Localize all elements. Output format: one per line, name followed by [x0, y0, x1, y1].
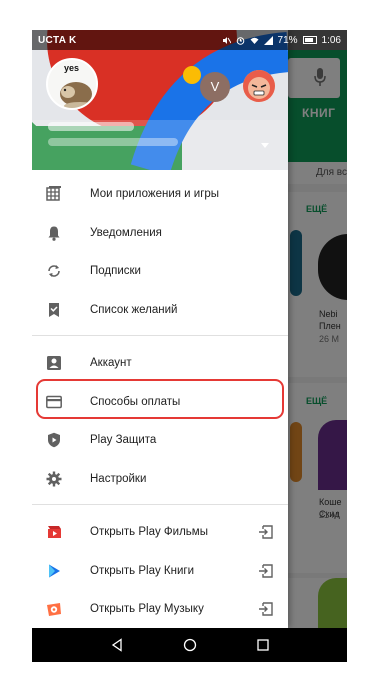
account-name-blurred [48, 122, 134, 131]
alarm-icon [236, 36, 244, 45]
menu-item-my-apps[interactable]: Мои приложения и игры [32, 175, 288, 214]
phone-screen: КНИГ Для вс ЕЩЁ NebiПлен 26 М ЕЩЁ КошеСк… [32, 30, 347, 662]
menu-divider [32, 335, 288, 336]
status-bar: UCTA K 71% 1:06 [32, 30, 347, 50]
menu-item-subscriptions[interactable]: Подписки [32, 252, 288, 291]
back-icon[interactable] [110, 638, 124, 652]
play-movies-icon [48, 526, 61, 539]
menu-item-label: Play Защита [90, 434, 157, 447]
bookmark-check-icon [49, 302, 59, 317]
menu-item-account[interactable]: Аккаунт [32, 344, 288, 383]
menu-item-label: Аккаунт [90, 357, 132, 370]
face-avatar-image [243, 70, 275, 102]
menu-item-notifications[interactable]: Уведомления [32, 214, 288, 253]
open-external-icon [259, 564, 273, 578]
carrier-label: UCTA K [38, 34, 77, 46]
menu-item-open-play-movies[interactable]: Открыть Play Фильмы [32, 513, 288, 552]
menu-item-open-play-books[interactable]: Открыть Play Книги [32, 552, 288, 591]
clock: 1:06 [321, 34, 341, 46]
menu-item-open-play-music[interactable]: Открыть Play Музыку [32, 590, 288, 629]
profile-avatar[interactable]: yes [46, 58, 98, 110]
menu-divider [32, 504, 288, 505]
wifi-icon [250, 37, 259, 44]
menu-item-label: Открыть Play Фильмы [90, 526, 208, 539]
home-icon[interactable] [183, 638, 197, 652]
menu-item-label: Список желаний [90, 303, 178, 316]
menu-item-label: Уведомления [90, 226, 162, 239]
signal-icon [263, 35, 273, 45]
account-dropdown-icon[interactable] [261, 143, 269, 148]
account-box-icon [47, 356, 61, 371]
open-external-icon [259, 602, 273, 616]
menu-item-label: Подписки [90, 265, 141, 278]
account-email-blurred [48, 138, 178, 146]
system-navigation-bar [32, 628, 347, 662]
battery-icon [302, 36, 317, 44]
menu-item-settings[interactable]: Настройки [32, 460, 288, 499]
mute-icon [222, 36, 231, 44]
recents-icon[interactable] [256, 638, 270, 652]
bell-icon [48, 226, 60, 241]
secondary-account-avatar[interactable]: V [200, 72, 230, 102]
account-header[interactable]: yes V [32, 30, 288, 170]
secondary-account-avatar-2[interactable] [243, 70, 275, 102]
open-external-icon [259, 525, 273, 539]
menu-item-label: Открыть Play Книги [90, 564, 195, 577]
menu-item-label: Мои приложения и игры [90, 188, 220, 201]
menu-item-label: Открыть Play Музыку [90, 603, 204, 616]
navigation-drawer: yes V Мои приложения и игры Уведомления … [32, 30, 288, 628]
refresh-icon [48, 265, 60, 278]
gear-icon [46, 471, 62, 487]
page: КНИГ Для вс ЕЩЁ NebiПлен 26 М ЕЩЁ КошеСк… [0, 0, 379, 694]
play-music-icon [47, 603, 61, 617]
payment-methods-highlight [36, 379, 284, 419]
avatar-caption: yes [64, 63, 80, 73]
menu-item-play-protect[interactable]: Play Защита [32, 421, 288, 460]
battery-percent: 71% [277, 34, 298, 46]
menu-item-label: Настройки [90, 472, 147, 485]
shield-play-icon [48, 433, 60, 448]
play-books-icon [49, 564, 60, 578]
apps-grid-icon [46, 186, 61, 201]
menu-item-wishlist[interactable]: Список желаний [32, 291, 288, 330]
